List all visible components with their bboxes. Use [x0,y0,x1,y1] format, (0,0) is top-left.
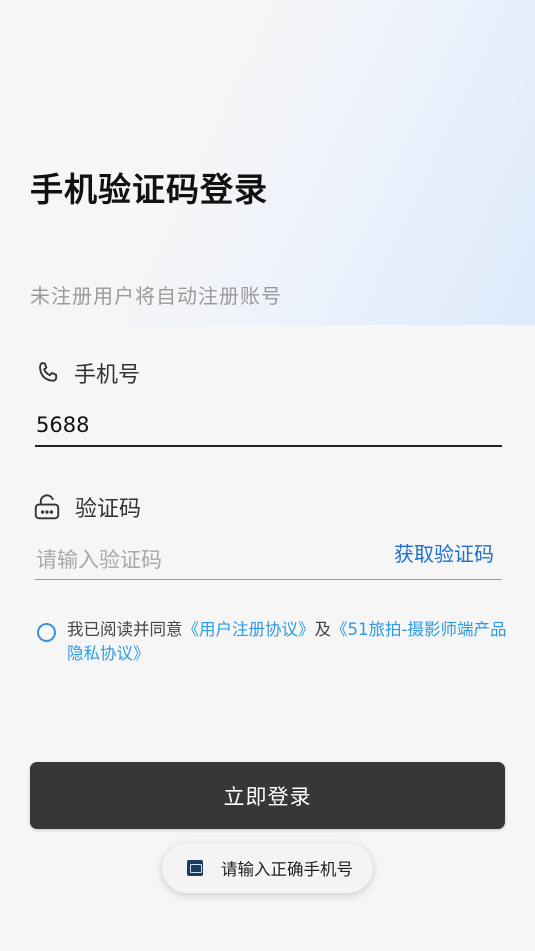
page-title: 手机验证码登录 [30,170,268,209]
phone-icon [34,359,62,387]
code-label-text: 验证码 [75,497,142,522]
login-button[interactable]: 立即登录 [30,762,505,829]
phone-label-text: 手机号 [74,363,141,388]
phone-input[interactable] [36,410,496,440]
agreement-prefix: 我已阅读并同意 [67,620,183,639]
code-input[interactable] [36,545,376,575]
phone-input-underline [35,445,502,447]
user-agreement-link[interactable]: 《用户注册协议》 [183,620,315,639]
agreement-row: 我已阅读并同意《用户注册协议》及《51旅拍-摄影师端产品隐私协议》 [37,618,507,666]
app-icon [187,860,203,876]
agreement-text: 我已阅读并同意《用户注册协议》及《51旅拍-摄影师端产品隐私协议》 [67,618,507,666]
lock-icon [32,492,62,522]
code-input-underline [35,579,502,580]
get-code-button[interactable]: 获取验证码 [394,538,494,567]
phone-label: 手机号 [34,357,140,389]
code-label: 验证码 [32,491,141,523]
toast-text: 请输入正确手机号 [221,860,353,879]
page-subtitle: 未注册用户将自动注册账号 [30,284,282,308]
toast-message: 请输入正确手机号 [162,843,373,893]
login-page: 手机验证码登录 未注册用户将自动注册账号 手机号 验证码 获取验证码 我已阅 [0,0,535,951]
agreement-middle: 及 [314,620,332,639]
agreement-checkbox[interactable] [37,623,56,642]
